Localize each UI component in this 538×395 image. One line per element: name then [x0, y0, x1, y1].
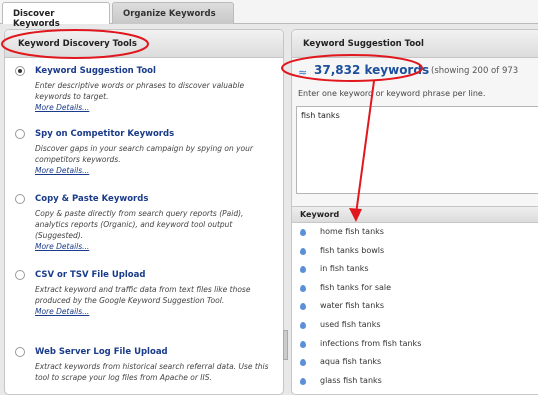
panel-title: Keyword Suggestion Tool	[292, 30, 538, 58]
scrollbar[interactable]	[283, 330, 288, 360]
keyword-row[interactable]: glass fish tanks	[292, 372, 538, 391]
drop-icon	[300, 377, 306, 385]
more-details-link[interactable]: More Details...	[35, 102, 89, 113]
drop-icon	[300, 284, 306, 292]
keyword-row[interactable]: infections from fish tanks	[292, 335, 538, 354]
tool-description: Discover gaps in your search campaign by…	[35, 144, 253, 176]
tool-title[interactable]: CSV or TSV File Upload	[35, 270, 145, 280]
keyword-table: Keyword home fish tanks fish tanks bowls i…	[292, 206, 538, 394]
keyword-input[interactable]: fish tanks	[296, 106, 538, 194]
keyword-text: aqua fish tanks	[320, 357, 382, 367]
keyword-row[interactable]: in fish tanks	[292, 260, 538, 279]
drop-icon	[300, 229, 306, 236]
keyword-text: in fish tanks	[320, 264, 369, 274]
keyword-row[interactable]: water fish tanks	[292, 297, 538, 316]
radio-copy-paste[interactable]	[15, 194, 25, 204]
drop-icon	[300, 303, 306, 311]
keyword-text: home fish tanks	[320, 227, 384, 236]
keyword-row[interactable]: used fish tanks	[292, 316, 538, 335]
waves-icon: ≈	[298, 66, 308, 79]
keyword-text: glass fish tanks	[320, 375, 382, 385]
tool-title[interactable]: Spy on Competitor Keywords	[35, 129, 174, 139]
more-details-link[interactable]: More Details...	[35, 165, 89, 176]
tool-description: Extract keywords from historical search …	[35, 362, 269, 382]
keyword-row[interactable]: home fish tanks	[292, 223, 538, 242]
tab-organize-keywords[interactable]: Organize Keywords	[112, 2, 234, 24]
radio-keyword-suggestion[interactable]	[15, 66, 25, 76]
drop-icon	[300, 340, 306, 348]
drop-icon	[300, 247, 306, 255]
keyword-list: home fish tanks fish tanks bowls in fish t…	[292, 223, 538, 390]
keyword-count: 37,832 keywords	[314, 63, 430, 77]
radio-csv-upload[interactable]	[15, 270, 25, 280]
more-details-link[interactable]: More Details...	[35, 306, 89, 317]
tool-title[interactable]: Web Server Log File Upload	[35, 347, 168, 357]
input-instruction: Enter one keyword or keyword phrase per …	[298, 89, 486, 98]
tool-title[interactable]: Keyword Suggestion Tool	[35, 66, 156, 76]
keyword-row[interactable]: fish tanks for sale	[292, 279, 538, 298]
tool-description: Extract keyword and traffic data from te…	[35, 285, 251, 317]
keyword-text: water fish tanks	[320, 301, 385, 311]
drop-icon	[300, 266, 306, 274]
tab-discover-keywords[interactable]: Discover Keywords	[2, 2, 110, 29]
keyword-text: used fish tanks	[320, 319, 381, 329]
tool-title[interactable]: Copy & Paste Keywords	[35, 194, 148, 204]
keyword-row[interactable]: aqua fish tanks	[292, 353, 538, 372]
keyword-text: infections from fish tanks	[320, 338, 422, 348]
keyword-discovery-tools-panel: Keyword Discovery Tools Keyword Suggesti…	[4, 29, 284, 395]
more-details-link[interactable]: More Details...	[35, 241, 89, 252]
tool-description: Enter descriptive words or phrases to di…	[35, 81, 245, 113]
showing-count: (showing 200 of 973	[431, 66, 519, 76]
panel-title: Keyword Discovery Tools	[5, 30, 283, 58]
radio-log-file-upload[interactable]	[15, 347, 25, 357]
keyword-suggestion-panel: Keyword Suggestion Tool ≈ 37,832 keyword…	[291, 29, 538, 395]
keyword-column-header[interactable]: Keyword	[292, 207, 538, 223]
drop-icon	[300, 321, 306, 329]
keyword-text: fish tanks for sale	[320, 282, 392, 292]
tool-description: Copy & paste directly from search query …	[35, 209, 244, 252]
radio-spy-competitor[interactable]	[15, 129, 25, 139]
drop-icon	[300, 359, 306, 367]
keyword-row[interactable]: fish tanks bowls	[292, 242, 538, 261]
tab-bar: Discover Keywords Organize Keywords	[0, 0, 538, 29]
keyword-text: fish tanks bowls	[320, 245, 385, 255]
